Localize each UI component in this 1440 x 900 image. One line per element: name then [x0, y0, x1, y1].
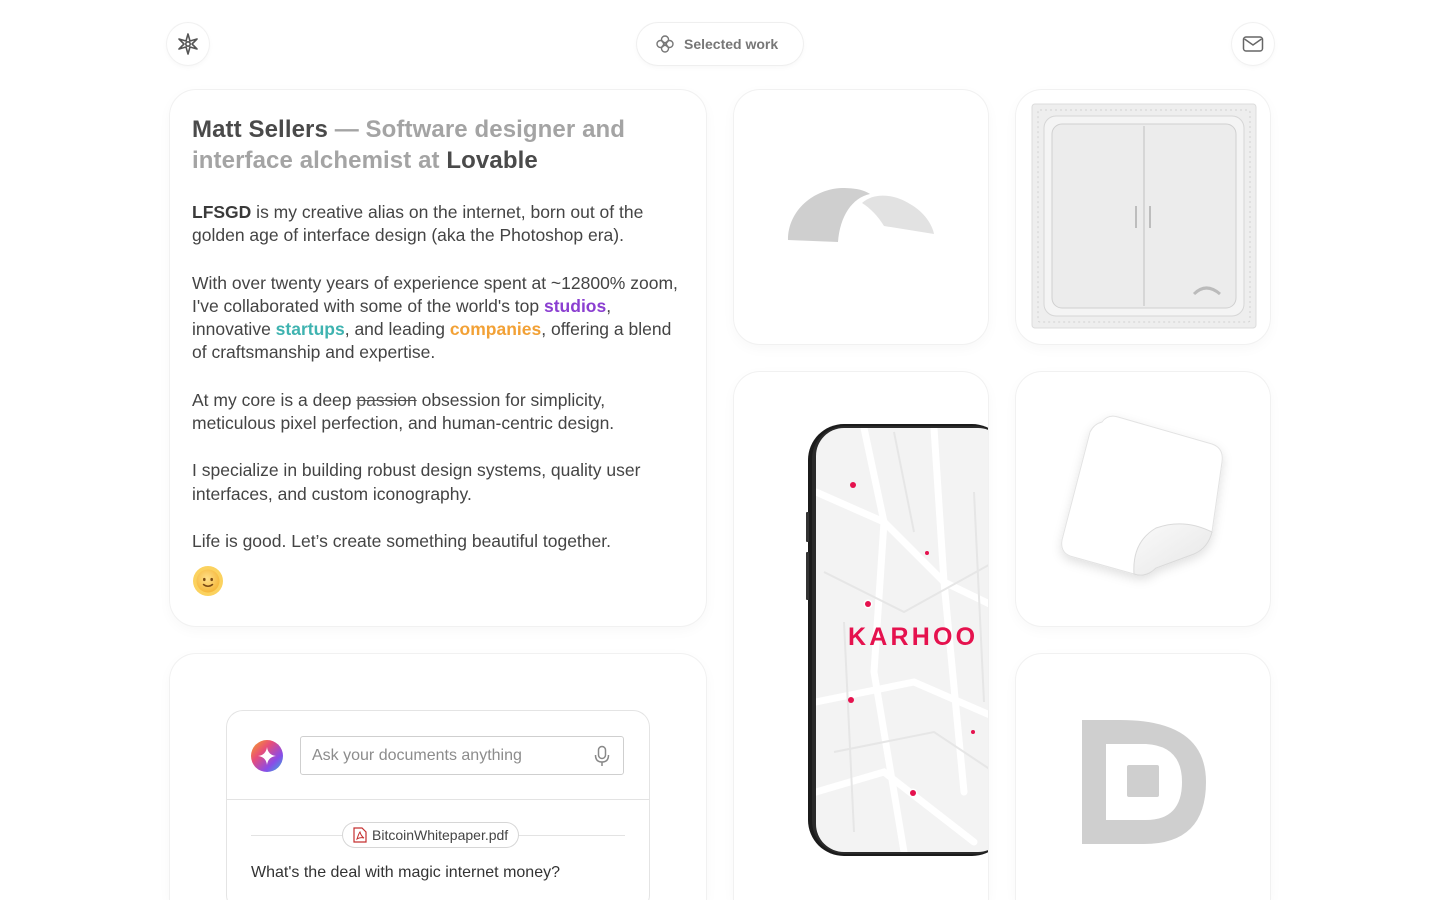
bio-paragraph-3: At my core is a deep passion obsession f…	[192, 389, 684, 436]
alias-name: LFSGD	[192, 202, 252, 222]
bio-paragraph-5: Life is good. Let’s create something bea…	[192, 530, 611, 551]
bio-paragraph-4: I specialize in building robust design s…	[192, 460, 641, 504]
attached-file-row: BitcoinWhitepaper.pdf	[251, 823, 625, 847]
bio-text: , and leading	[344, 319, 450, 340]
startups-link[interactable]: startups	[276, 319, 345, 339]
logo-button[interactable]	[167, 23, 209, 65]
project-card-panel[interactable]	[1016, 90, 1270, 344]
nav-label: Selected work	[684, 36, 779, 52]
pdf-file-icon	[353, 827, 367, 843]
bio-paragraph-1: LFSGD is my creative alias on the intern…	[192, 201, 684, 248]
karhoo-wordmark: KARHOO	[848, 623, 979, 651]
project-card-karhoo[interactable]: KARHOO	[734, 372, 988, 900]
microphone-icon[interactable]	[593, 745, 611, 767]
project-card-sticker[interactable]	[1016, 372, 1270, 626]
chat-widget: BitcoinWhitepaper.pdf What's the deal wi…	[227, 711, 649, 900]
bio-text: is my creative alias on the internet, bo…	[192, 202, 644, 246]
companies-link[interactable]: companies	[450, 319, 541, 339]
bio-text: At my core is a deep	[192, 389, 357, 410]
bio-heading: Matt Sellers — Software designer and int…	[192, 114, 684, 176]
sparkle-logo-icon	[178, 33, 198, 55]
arc-project-icon	[788, 188, 934, 242]
project-card-docs-chat[interactable]: BitcoinWhitepaper.pdf What's the deal wi…	[170, 654, 706, 900]
contact-mail-button[interactable]	[1232, 23, 1274, 65]
sticker-peel-icon	[1061, 415, 1223, 576]
project-card-arc[interactable]	[734, 90, 988, 344]
file-chip[interactable]: BitcoinWhitepaper.pdf	[343, 823, 519, 847]
ai-sparkle-icon	[251, 740, 283, 772]
flower-icon	[656, 35, 674, 53]
mail-icon	[1242, 36, 1264, 52]
file-name: BitcoinWhitepaper.pdf	[372, 827, 509, 843]
ask-documents-input[interactable]	[300, 736, 624, 775]
sun-emoji-icon	[193, 566, 223, 597]
bio-paragraph-2: With over twenty years of experience spe…	[192, 272, 684, 365]
struck-word: passion	[356, 389, 417, 410]
chat-question: What's the deal with magic internet mone…	[251, 864, 560, 881]
author-name: Matt Sellers	[192, 116, 328, 143]
rounded-square-logo-icon	[1082, 720, 1206, 844]
switch-panel-icon	[1031, 103, 1257, 329]
project-card-logo[interactable]	[1016, 654, 1270, 900]
studios-link[interactable]: studios	[544, 296, 606, 316]
employer-name: Lovable	[446, 147, 538, 174]
bio-card: Matt Sellers — Software designer and int…	[170, 90, 706, 626]
chat-input-bar	[227, 711, 649, 800]
selected-work-nav[interactable]: Selected work	[637, 23, 803, 65]
